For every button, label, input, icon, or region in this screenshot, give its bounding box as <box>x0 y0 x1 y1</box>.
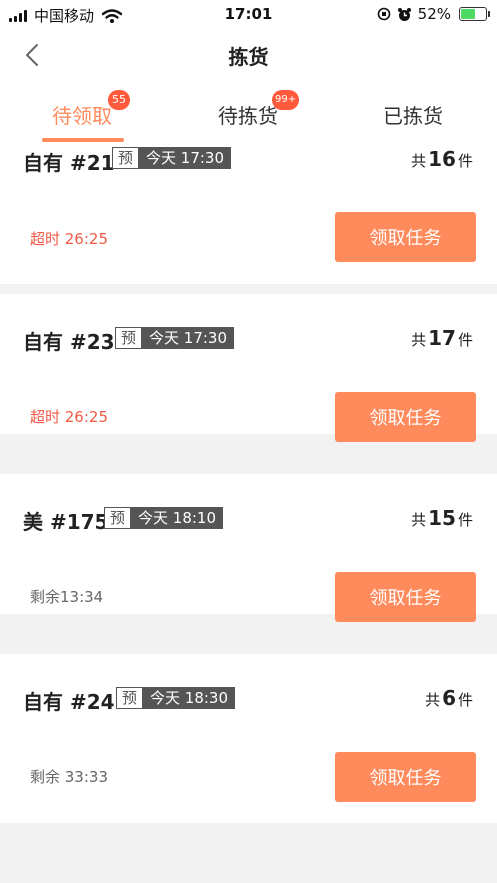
count-value: 6 <box>442 686 456 710</box>
deadline-time: 今天 17:30 <box>142 327 235 349</box>
count-value: 17 <box>428 326 456 350</box>
time-tag: 预 今天 17:30 <box>112 147 232 169</box>
tab-pending-claim[interactable]: 待领取 55 <box>52 90 130 129</box>
claim-task-button[interactable]: 领取任务 <box>335 392 476 442</box>
pre-order-tag: 预 <box>115 327 143 349</box>
order-title: 自有 #23 <box>23 330 115 354</box>
tab-label: 待领取 <box>52 104 112 128</box>
timer-text: 剩余 33:33 <box>30 768 108 786</box>
count-value: 15 <box>428 506 456 530</box>
count-prefix: 共 <box>425 691 441 709</box>
count-prefix: 共 <box>411 511 427 529</box>
tab-picked[interactable]: 已拣货 <box>383 100 443 129</box>
tab-bar: 待领取 55 待拣货 99+ 已拣货 <box>0 82 497 144</box>
page-title: 拣货 <box>228 45 269 69</box>
pre-order-tag: 预 <box>112 147 140 169</box>
claim-task-button[interactable]: 领取任务 <box>335 212 476 262</box>
deadline-time: 今天 18:30 <box>143 687 236 709</box>
tab-pending-pick[interactable]: 待拣货 99+ <box>218 90 300 129</box>
time-tag: 预 今天 18:10 <box>104 507 224 529</box>
claim-task-button[interactable]: 领取任务 <box>335 752 476 802</box>
count-badge: 99+ <box>272 90 300 110</box>
time-tag: 预 今天 17:30 <box>115 327 235 349</box>
order-title: 美 #175 <box>23 510 109 534</box>
deadline-time: 今天 17:30 <box>139 147 232 169</box>
count-unit: 件 <box>457 511 473 529</box>
status-bar: 中国移动 17:01 52% <box>0 0 497 30</box>
count-unit: 件 <box>457 152 473 170</box>
pre-order-tag: 预 <box>104 507 132 529</box>
timer-text: 超时 26:25 <box>30 230 108 248</box>
count-prefix: 共 <box>411 152 427 170</box>
battery-percent: 52% <box>417 5 451 23</box>
order-title: 自有 #21 <box>23 151 115 175</box>
item-count: 共6件 <box>425 686 473 710</box>
count-unit: 件 <box>457 331 473 349</box>
deadline-time: 今天 18:10 <box>131 507 224 529</box>
battery-icon <box>459 7 490 21</box>
orientation-lock-icon <box>377 7 390 21</box>
claim-task-button[interactable]: 领取任务 <box>335 572 476 622</box>
status-right: 52% <box>377 5 490 23</box>
count-prefix: 共 <box>411 331 427 349</box>
item-count: 共 16 件 <box>411 147 473 171</box>
time-tag: 预 今天 18:30 <box>116 687 236 709</box>
alarm-icon <box>397 7 411 21</box>
order-card: 自有 #24 预 今天 18:30 共6件 剩余 33:33 领取任务 <box>0 654 497 823</box>
order-card: 自有 #21 预 今天 17:30 共 16 件 超时 26:25 领取任务 <box>0 144 497 284</box>
timer-text: 超时 26:25 <box>30 408 108 426</box>
tab-label: 待拣货 <box>218 104 278 128</box>
count-badge: 55 <box>108 90 130 110</box>
order-card: 自有 #23 预 今天 17:30 共 17 件 超时 26:25 领取任务 <box>0 294 497 442</box>
order-card: 美 #175 预 今天 18:10 共 15 件 剩余13:34 领取任务 <box>0 474 497 622</box>
count-value: 16 <box>428 147 456 171</box>
order-title: 自有 #24 <box>23 690 115 714</box>
battery-level <box>461 9 475 19</box>
pre-order-tag: 预 <box>116 687 144 709</box>
timer-text: 剩余13:34 <box>30 588 104 606</box>
count-unit: 件 <box>457 691 473 709</box>
item-count: 共 17 件 <box>411 326 473 350</box>
tab-indicator <box>42 138 124 142</box>
nav-bar: 拣货 <box>0 30 497 82</box>
tab-label: 已拣货 <box>383 104 443 128</box>
item-count: 共 15 件 <box>411 506 473 530</box>
